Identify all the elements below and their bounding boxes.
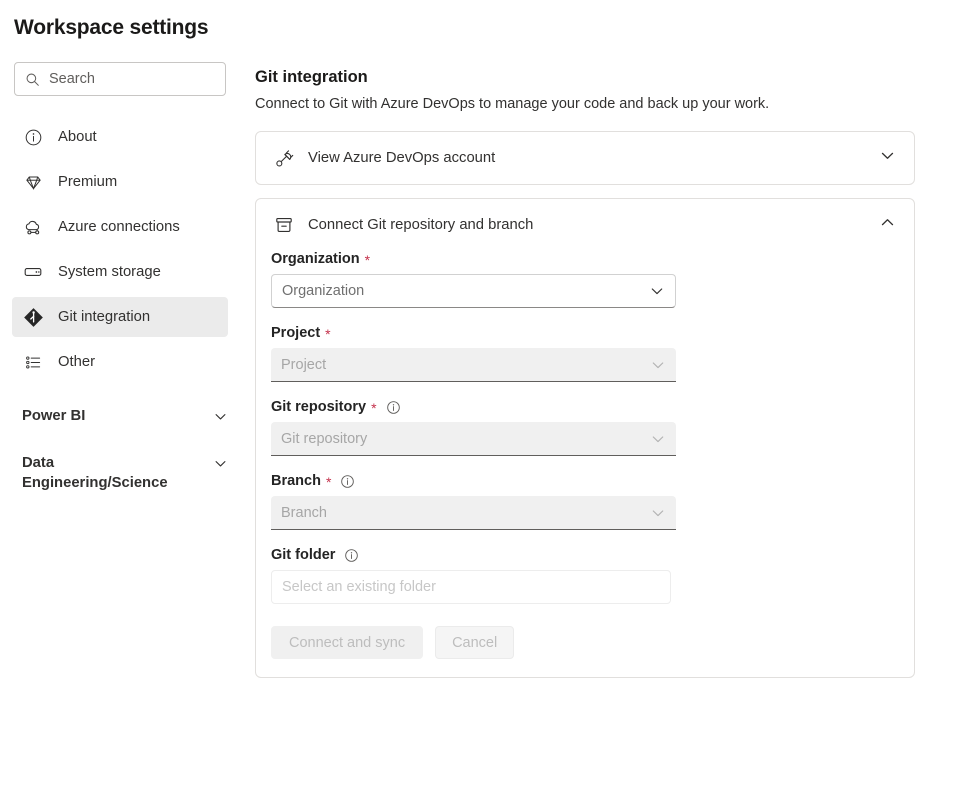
sidebar-item-label: Azure connections [58,219,180,235]
diamond-icon [22,171,44,193]
field-label-row: Organization * [271,251,896,267]
chevron-down-icon [213,409,228,429]
plug-connector-icon [273,147,295,169]
field-label-row: Git repository * [271,399,896,415]
git-folder-placeholder: Select an existing folder [282,579,436,595]
chevron-down-icon [649,283,665,299]
section-description: Connect to Git with Azure DevOps to mana… [255,96,915,112]
chevron-down-icon [650,505,666,521]
project-dropdown-value: Project [281,357,650,373]
list-bullet-icon [22,351,44,373]
card-title: Connect Git repository and branch [308,217,879,233]
archive-box-icon [273,214,295,236]
info-icon[interactable] [340,474,355,489]
azure-devops-account-header[interactable]: View Azure DevOps account [256,132,914,184]
sidebar-group-power-bi[interactable]: Power BI [0,406,240,429]
search-input[interactable]: Search [14,62,226,96]
field-label: Branch [271,473,321,489]
info-icon[interactable] [344,548,359,563]
sidebar-group-data-engineering-science[interactable]: Data Engineering/Science [0,453,240,493]
form-actions: Connect and sync Cancel [271,626,896,659]
connect-and-sync-button[interactable]: Connect and sync [271,626,423,659]
field-label-row: Branch * [271,473,896,489]
field-project: Project * Project [271,325,896,382]
section-title: Git integration [255,68,915,87]
info-circle-icon [22,126,44,148]
sidebar-group-label: Power BI [22,406,85,426]
organization-dropdown-value: Organization [282,283,649,299]
required-marker: * [325,327,330,341]
organization-dropdown[interactable]: Organization [271,274,676,308]
chevron-up-icon[interactable] [879,214,896,236]
sidebar-item-premium[interactable]: Premium [12,162,228,202]
required-marker: * [371,401,376,415]
required-marker: * [326,475,331,489]
azure-devops-account-card: View Azure DevOps account [255,131,915,185]
sidebar-item-git-integration[interactable]: Git integration [12,297,228,337]
storage-bar-icon [22,261,44,283]
connect-git-repository-card: Connect Git repository and branch Organi… [255,198,915,678]
chevron-down-icon [650,357,666,373]
sidebar-item-label: Premium [58,174,117,190]
cancel-button[interactable]: Cancel [435,626,514,659]
sidebar-item-label: System storage [58,264,161,280]
sidebar-item-label: About [58,129,97,145]
sidebar-item-label: Git integration [58,309,150,325]
git-repository-dropdown-value: Git repository [281,431,650,447]
search-placeholder: Search [49,71,95,87]
git-folder-input[interactable]: Select an existing folder [271,570,671,604]
project-dropdown[interactable]: Project [271,348,676,382]
branch-dropdown[interactable]: Branch [271,496,676,530]
chevron-down-icon[interactable] [879,147,896,169]
chevron-down-icon [213,456,228,476]
sidebar-item-azure-connections[interactable]: Azure connections [12,207,228,247]
info-icon[interactable] [386,400,401,415]
field-label: Project [271,325,320,341]
field-git-repository: Git repository * Git repository [271,399,896,456]
field-organization: Organization * Organization [271,251,896,308]
connect-git-repository-header[interactable]: Connect Git repository and branch [256,199,914,251]
required-marker: * [365,253,370,267]
cloud-link-icon [22,216,44,238]
field-label-row: Project * [271,325,896,341]
field-branch: Branch * Branch [271,473,896,530]
sidebar-group-label: Data Engineering/Science [22,453,172,493]
git-diamond-icon [22,306,44,328]
sidebar-item-system-storage[interactable]: System storage [12,252,228,292]
card-title: View Azure DevOps account [308,150,879,166]
field-git-folder: Git folder Select an existing folder [271,547,896,604]
sidebar-item-other[interactable]: Other [12,342,228,382]
main-content: Git integration Connect to Git with Azur… [255,68,915,678]
chevron-down-icon [650,431,666,447]
page-title: Workspace settings [14,16,208,40]
field-label: Git folder [271,547,335,563]
sidebar-item-label: Other [58,354,95,370]
field-label: Organization [271,251,360,267]
search-icon [25,72,40,87]
branch-dropdown-value: Branch [281,505,650,521]
sidebar-nav-list: About Premium [0,117,240,382]
field-label-row: Git folder [271,547,896,563]
sidebar-item-about[interactable]: About [12,117,228,157]
field-label: Git repository [271,399,366,415]
connect-git-repository-form: Organization * Organization Project * [256,251,914,677]
git-repository-dropdown[interactable]: Git repository [271,422,676,456]
settings-sidebar: Search About Premium [0,62,240,493]
